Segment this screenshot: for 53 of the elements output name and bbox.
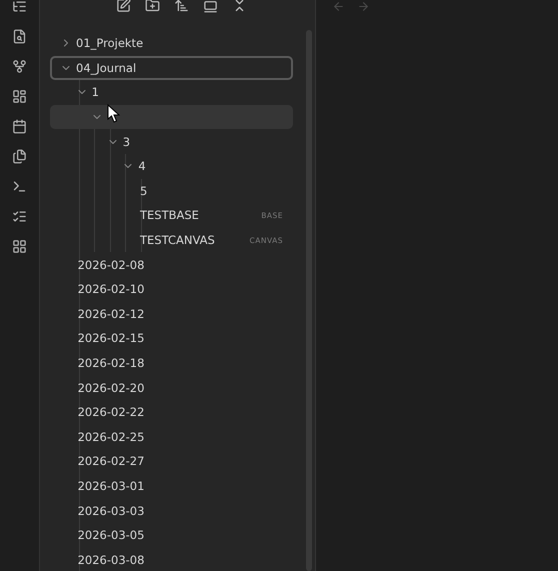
file-name: 2026-02-08 <box>78 258 144 272</box>
folder-item[interactable]: 01_Projekte <box>50 32 293 56</box>
calendar-icon[interactable] <box>12 119 27 134</box>
file-name: 2026-03-01 <box>78 478 144 493</box>
file-name: 2026-03-03 <box>78 504 144 518</box>
new-note-icon[interactable] <box>116 0 131 13</box>
file-item[interactable]: 2026-02-25 <box>50 425 293 449</box>
file-name: 2026-02-25 <box>78 430 144 444</box>
file-item[interactable]: 2026-02-18 <box>50 351 293 375</box>
file-item[interactable]: 5 <box>50 179 293 203</box>
file-name: 2026-02-18 <box>78 356 144 370</box>
file-item[interactable]: 2026-03-01 <box>50 474 293 498</box>
new-folder-icon[interactable] <box>145 0 160 13</box>
panel-icon[interactable] <box>203 0 218 13</box>
search-icon[interactable] <box>12 29 27 44</box>
file-name: 2026-02-10 <box>78 282 144 296</box>
folder-name: 04_Journal <box>76 60 136 75</box>
file-item[interactable]: 2026-02-12 <box>50 302 293 326</box>
grid-icon[interactable] <box>12 239 27 254</box>
folder-name: 3 <box>122 134 130 149</box>
folder-item[interactable]: 3 <box>50 130 293 154</box>
folder-item[interactable]: 4 <box>50 154 293 178</box>
file-name: TESTCANVAS <box>140 233 215 248</box>
file-item[interactable]: 2026-02-08 <box>50 252 293 276</box>
file-item[interactable]: 2026-03-03 <box>50 498 293 522</box>
file-item[interactable]: 2026-03-08 <box>50 548 293 571</box>
file-name: TESTBASE <box>140 208 199 222</box>
folder-item[interactable]: 04_Journal <box>50 56 293 80</box>
graph-icon[interactable] <box>12 59 27 74</box>
file-name: 2026-02-20 <box>78 380 144 395</box>
file-name: 2026-03-05 <box>78 528 144 542</box>
file-name: 2026-02-15 <box>78 331 144 346</box>
file-name: 2026-03-08 <box>78 552 144 567</box>
folder-name: 01_Projekte <box>76 36 144 50</box>
sort-icon[interactable] <box>174 0 189 13</box>
file-item[interactable]: 2026-02-15 <box>50 326 293 350</box>
file-name: 2026-02-27 <box>78 454 144 468</box>
outline-icon[interactable] <box>12 0 27 14</box>
file-name: 5 <box>140 184 148 198</box>
file-item[interactable]: 2026-03-05 <box>50 523 293 547</box>
folder-item[interactable]: 1 <box>50 80 293 104</box>
terminal-icon[interactable] <box>12 179 27 194</box>
file-item[interactable]: 2026-02-27 <box>50 450 293 474</box>
file-item[interactable]: 2026-02-10 <box>50 277 293 302</box>
checklist-icon[interactable] <box>12 209 27 224</box>
pages-icon[interactable] <box>12 149 27 164</box>
file-item[interactable]: 2026-02-22 <box>50 400 293 424</box>
file-name: 2026-02-22 <box>78 405 144 420</box>
file-name: 2026-02-12 <box>78 306 144 321</box>
folder-name: 1 <box>92 85 99 100</box>
grid-icon[interactable] <box>12 89 27 104</box>
folder-name: 4 <box>138 159 146 174</box>
file-item[interactable]: 2026-02-20 <box>50 376 293 400</box>
